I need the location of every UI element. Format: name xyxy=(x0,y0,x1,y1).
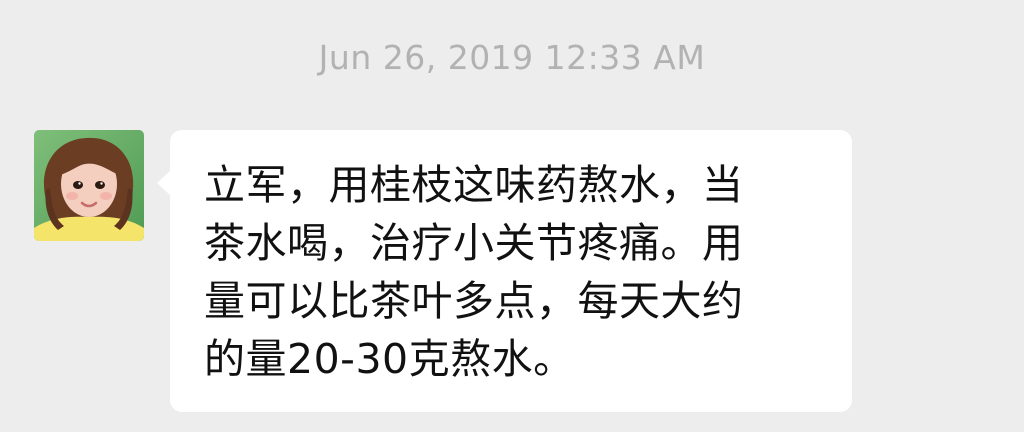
message-text: 立军，用桂枝这味药熬水，当 茶水喝，治疗小关节疼痛。用 量可以比茶叶多点，每天大… xyxy=(204,161,744,383)
sender-avatar[interactable] xyxy=(34,130,144,241)
message-timestamp: Jun 26, 2019 12:33 AM xyxy=(318,38,706,77)
child-portrait-avatar-icon xyxy=(34,130,144,241)
message-bubble[interactable]: 立军，用桂枝这味药熬水，当 茶水喝，治疗小关节疼痛。用 量可以比茶叶多点，每天大… xyxy=(157,130,852,412)
